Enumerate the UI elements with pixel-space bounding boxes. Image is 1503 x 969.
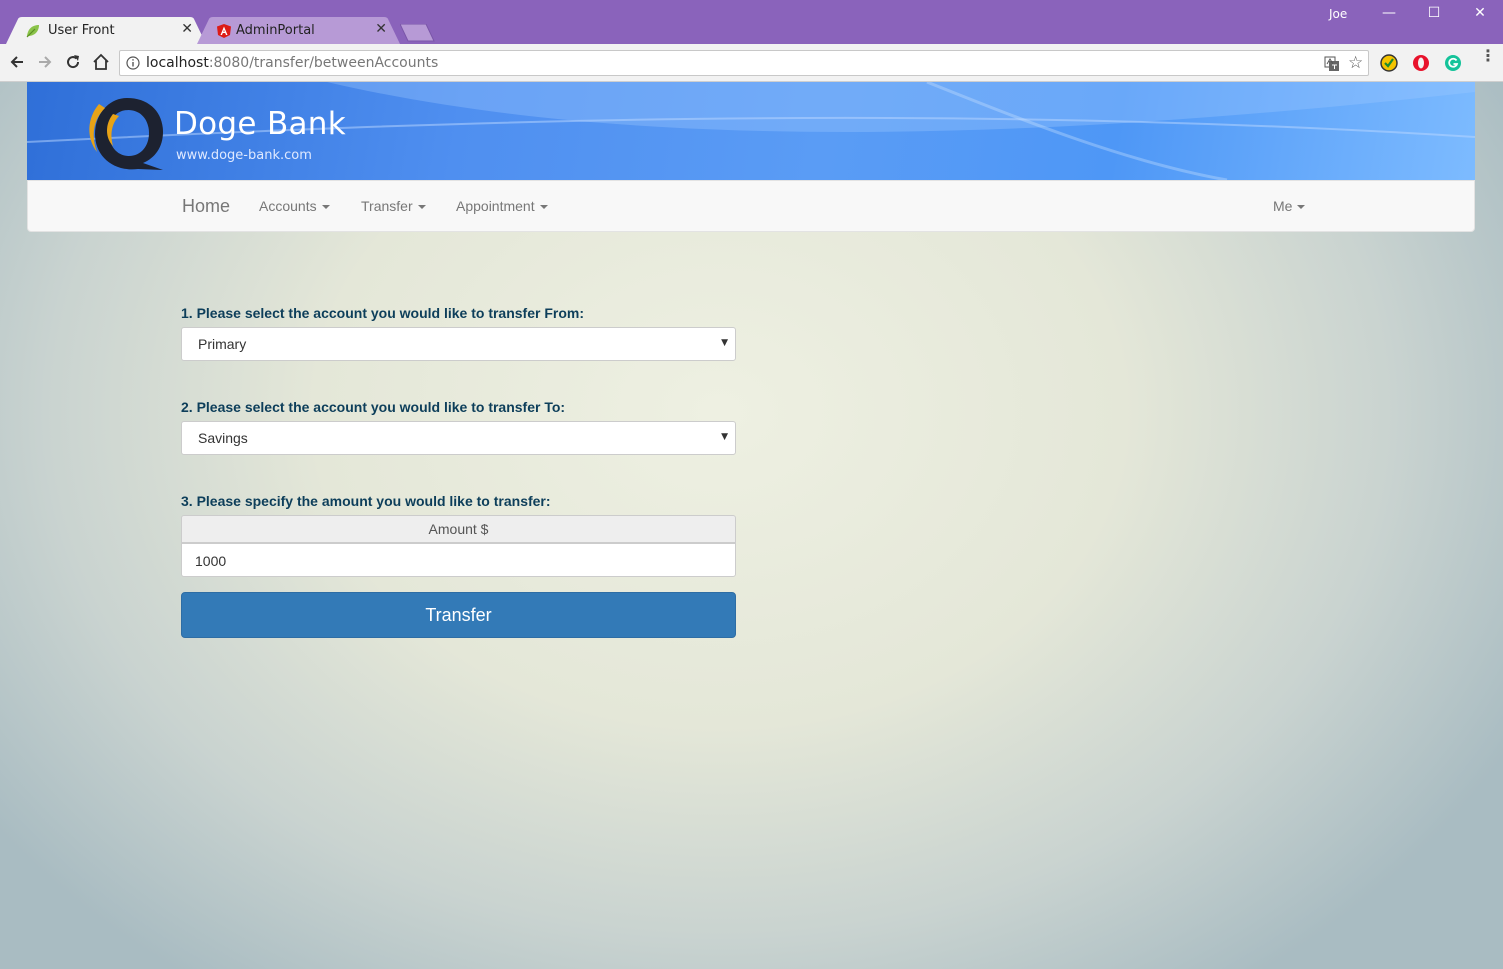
back-button[interactable]: [7, 52, 27, 72]
nav-accounts-dropdown[interactable]: Accounts: [259, 198, 330, 214]
norton-icon[interactable]: [1380, 54, 1398, 72]
browser-menu-icon[interactable]: ⋮: [1480, 48, 1496, 64]
address-bar[interactable]: localhost:8080/transfer/betweenAccounts …: [119, 50, 1369, 76]
home-button[interactable]: [91, 52, 111, 72]
tab-admin-portal[interactable]: AdminPortal ✕: [197, 17, 400, 44]
page-body: Doge Bank www.doge-bank.com Home Account…: [0, 82, 1503, 969]
nav-transfer-label: Transfer: [361, 198, 413, 214]
doge-bank-logo-icon: [89, 98, 163, 170]
leaf-icon: [26, 25, 39, 38]
tab-close-icon[interactable]: ✕: [181, 21, 193, 37]
nav-appointment-dropdown[interactable]: Appointment: [456, 198, 548, 214]
to-account-value: Savings: [198, 430, 248, 446]
from-account-select[interactable]: Primary ▼: [181, 327, 736, 361]
bookmark-star-icon[interactable]: ☆: [1348, 53, 1363, 73]
url-path: :8080/transfer/betweenAccounts: [208, 55, 439, 71]
url-text: localhost:8080/transfer/betweenAccounts: [146, 55, 438, 71]
grammarly-icon[interactable]: [1444, 54, 1462, 72]
tab-title: AdminPortal: [236, 23, 315, 38]
maximize-button[interactable]: ☐: [1411, 0, 1457, 28]
tab-title: User Front: [48, 23, 115, 38]
caret-down-icon: [417, 205, 426, 210]
browser-titlebar: User Front ✕ AdminPortal ✕ Joe — ☐ ✕: [0, 0, 1503, 44]
profile-name[interactable]: Joe: [1329, 7, 1347, 21]
brand-url: www.doge-bank.com: [176, 148, 312, 163]
info-icon[interactable]: [126, 56, 140, 70]
back-arrow-icon: [10, 56, 23, 68]
to-account-select[interactable]: Savings ▼: [181, 421, 736, 455]
caret-down-icon: [321, 205, 330, 210]
caret-down-icon: [539, 205, 548, 210]
forward-button[interactable]: [35, 52, 55, 72]
from-account-value: Primary: [198, 336, 247, 352]
amount-input[interactable]: 1000: [181, 543, 736, 577]
reload-icon: [67, 55, 80, 69]
tab-close-icon[interactable]: ✕: [375, 21, 387, 37]
new-tab-button[interactable]: [400, 24, 436, 42]
reload-button[interactable]: [63, 52, 83, 72]
amount-addon: Amount $: [181, 515, 736, 543]
forward-arrow-icon: [39, 56, 52, 68]
url-host: localhost: [146, 55, 209, 71]
nav-accounts-label: Accounts: [259, 198, 317, 214]
close-window-button[interactable]: ✕: [1457, 0, 1503, 28]
amount-label: 3. Please specify the amount you would l…: [181, 493, 551, 509]
select-arrow-icon: ▼: [721, 338, 728, 348]
brand-name: Doge Bank: [174, 106, 347, 142]
browser-toolbar: localhost:8080/transfer/betweenAccounts …: [0, 44, 1503, 82]
translate-icon[interactable]: [1324, 56, 1340, 72]
nav-transfer-dropdown[interactable]: Transfer: [361, 198, 426, 214]
from-account-label: 1. Please select the account you would l…: [181, 305, 584, 321]
nav-me-dropdown[interactable]: Me: [1273, 198, 1306, 214]
to-account-label: 2. Please select the account you would l…: [181, 399, 566, 415]
transfer-button[interactable]: Transfer: [181, 592, 736, 638]
opera-icon[interactable]: [1412, 54, 1430, 72]
select-arrow-icon: ▼: [721, 432, 728, 442]
nav-me-label: Me: [1273, 198, 1293, 214]
caret-down-icon: [1297, 205, 1306, 210]
angular-icon: [217, 24, 231, 38]
minimize-button[interactable]: —: [1366, 0, 1412, 28]
tab-user-front[interactable]: User Front ✕: [6, 17, 206, 44]
nav-home-link[interactable]: Home: [182, 196, 230, 217]
brand-banner: Doge Bank www.doge-bank.com: [27, 82, 1475, 180]
main-navbar: Home Accounts Transfer Appointment Me: [27, 180, 1475, 232]
nav-appointment-label: Appointment: [456, 198, 535, 214]
amount-value: 1000: [195, 553, 227, 569]
home-icon: [93, 53, 109, 70]
